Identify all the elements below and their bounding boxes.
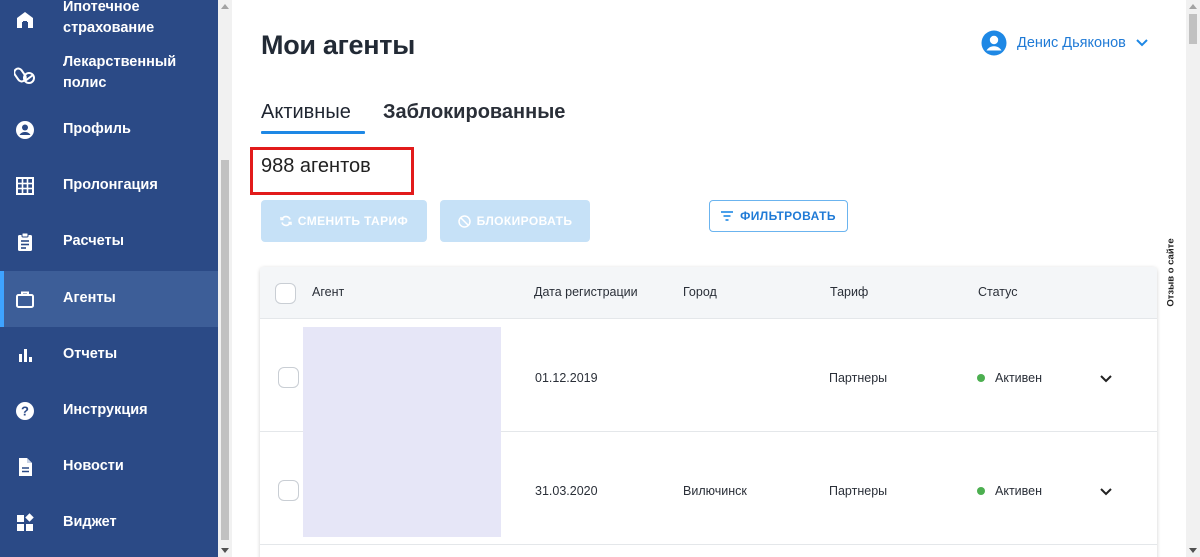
row-checkbox[interactable] bbox=[278, 367, 299, 388]
chevron-down-icon bbox=[1136, 39, 1148, 47]
tariff: Партнеры bbox=[829, 484, 888, 498]
sidebar-item-prolongation[interactable]: Пролонгация bbox=[0, 163, 218, 209]
registration-date: 01.12.2019 bbox=[535, 371, 598, 385]
page-scrollbar[interactable] bbox=[1186, 0, 1200, 557]
sidebar-item-mortgage-insurance[interactable]: Ипотечное страхование bbox=[0, 0, 218, 44]
scroll-up-arrow-icon[interactable] bbox=[221, 4, 229, 9]
clipboard-icon bbox=[14, 231, 36, 253]
user-menu[interactable]: Денис Дьяконов bbox=[981, 30, 1148, 56]
feedback-label: Отзыв о сайте bbox=[1165, 238, 1177, 307]
sidebar-item-label: Пролонгация bbox=[63, 177, 158, 193]
sidebar-scrollbar[interactable] bbox=[218, 0, 232, 557]
tariff: Партнеры bbox=[829, 371, 888, 385]
registration-date: 31.03.2020 bbox=[535, 484, 598, 498]
filter-label: ФИЛЬТРОВАТЬ bbox=[740, 209, 836, 223]
document-icon bbox=[14, 456, 36, 478]
scroll-up-arrow-icon[interactable] bbox=[1189, 4, 1197, 9]
sidebar-item-label: Виджет bbox=[63, 514, 117, 530]
status-badge: Активен bbox=[977, 371, 1042, 385]
expand-row-button[interactable] bbox=[1098, 484, 1114, 500]
sidebar-item-label: Лекарственный полис bbox=[63, 54, 177, 91]
sidebar-item-label: Расчеты bbox=[63, 233, 125, 249]
select-all-checkbox[interactable] bbox=[275, 283, 296, 304]
agent-info-redacted bbox=[303, 432, 501, 537]
svg-text:?: ? bbox=[21, 404, 29, 419]
sidebar-item-label: Отчеты bbox=[63, 346, 118, 362]
refresh-icon bbox=[280, 215, 292, 227]
house-icon bbox=[14, 8, 36, 30]
block-label: БЛОКИРОВАТЬ bbox=[476, 214, 573, 228]
app: Ипотечное страхование Лекарственный поли… bbox=[0, 0, 1200, 557]
account-circle-icon bbox=[14, 119, 36, 141]
bar-chart-icon bbox=[14, 344, 36, 366]
scrollbar-thumb[interactable] bbox=[221, 160, 229, 540]
column-header-tariff[interactable]: Тариф bbox=[830, 285, 868, 299]
status-dot bbox=[977, 374, 985, 382]
tab-blocked[interactable]: Заблокированные bbox=[383, 101, 565, 124]
tab-active-indicator bbox=[261, 131, 365, 134]
sidebar-item-drug-policy[interactable]: Лекарственный полис bbox=[0, 50, 218, 100]
change-tariff-label: СМЕНИТЬ ТАРИФ bbox=[297, 214, 409, 228]
page-title: Мои агенты bbox=[261, 30, 415, 60]
sidebar: Ипотечное страхование Лекарственный поли… bbox=[0, 0, 218, 557]
city: Вилючинск bbox=[683, 484, 747, 498]
column-header-agent[interactable]: Агент bbox=[312, 285, 344, 299]
tab-active[interactable]: Активные bbox=[261, 101, 351, 124]
pills-icon bbox=[14, 64, 36, 86]
table-row[interactable]: 01.12.2019 Партнеры Активен bbox=[260, 319, 1157, 432]
sidebar-item-reports[interactable]: Отчеты bbox=[0, 332, 218, 378]
account-circle-icon bbox=[981, 30, 1007, 56]
agent-info-redacted bbox=[303, 327, 501, 432]
column-header-registration-date[interactable]: Дата регистрации bbox=[534, 285, 638, 299]
main-content: Мои агенты Денис Дьяконов Активные Забло… bbox=[232, 0, 1186, 557]
sidebar-item-label: Ипотечное страхование bbox=[63, 0, 155, 36]
sidebar-item-profile[interactable]: Профиль bbox=[0, 107, 218, 153]
sidebar-item-news[interactable]: Новости bbox=[0, 444, 218, 490]
sidebar-item-widget[interactable]: Виджет bbox=[0, 500, 218, 546]
status-label: Активен bbox=[995, 371, 1043, 385]
filter-icon bbox=[721, 211, 734, 221]
column-header-status[interactable]: Статус bbox=[978, 285, 1018, 299]
briefcase-icon bbox=[14, 288, 36, 310]
chevron-down-icon bbox=[1100, 488, 1112, 496]
change-tariff-button[interactable]: СМЕНИТЬ ТАРИФ bbox=[261, 200, 427, 242]
block-button[interactable]: БЛОКИРОВАТЬ bbox=[440, 200, 590, 242]
scroll-down-arrow-icon[interactable] bbox=[1189, 548, 1197, 553]
status-dot bbox=[977, 487, 985, 495]
scrollbar-thumb[interactable] bbox=[1189, 14, 1197, 44]
sidebar-item-label: Агенты bbox=[63, 290, 116, 306]
help-circle-icon: ? bbox=[14, 400, 36, 422]
row-checkbox[interactable] bbox=[278, 480, 299, 501]
table-header: Агент Дата регистрации Город Тариф Стату… bbox=[260, 267, 1157, 319]
filter-button[interactable]: ФИЛЬТРОВАТЬ bbox=[709, 200, 848, 232]
sidebar-item-calculations[interactable]: Расчеты bbox=[0, 219, 218, 265]
highlight-box bbox=[250, 147, 414, 195]
user-name: Денис Дьяконов bbox=[1017, 35, 1126, 51]
column-header-city[interactable]: Город bbox=[683, 285, 717, 299]
sidebar-item-label: Инструкция bbox=[63, 402, 148, 418]
sidebar-item-label: Новости bbox=[63, 458, 124, 474]
feedback-tab[interactable]: Отзыв о сайте bbox=[1163, 234, 1177, 314]
table-row[interactable]: 31.03.2020 Вилючинск Партнеры Активен bbox=[260, 432, 1157, 545]
expand-row-button[interactable] bbox=[1098, 371, 1114, 387]
chevron-down-icon bbox=[1100, 375, 1112, 383]
grid-icon bbox=[14, 175, 36, 197]
status-label: Активен bbox=[995, 484, 1043, 498]
agents-table: Агент Дата регистрации Город Тариф Стату… bbox=[260, 267, 1157, 557]
sidebar-item-agents[interactable]: Агенты bbox=[0, 271, 218, 327]
widgets-icon bbox=[14, 512, 36, 534]
sidebar-item-label: Профиль bbox=[63, 121, 131, 137]
sidebar-item-instructions[interactable]: ? Инструкция bbox=[0, 388, 218, 434]
status-badge: Активен bbox=[977, 484, 1042, 498]
block-icon bbox=[457, 214, 471, 228]
scroll-down-arrow-icon[interactable] bbox=[221, 548, 229, 553]
